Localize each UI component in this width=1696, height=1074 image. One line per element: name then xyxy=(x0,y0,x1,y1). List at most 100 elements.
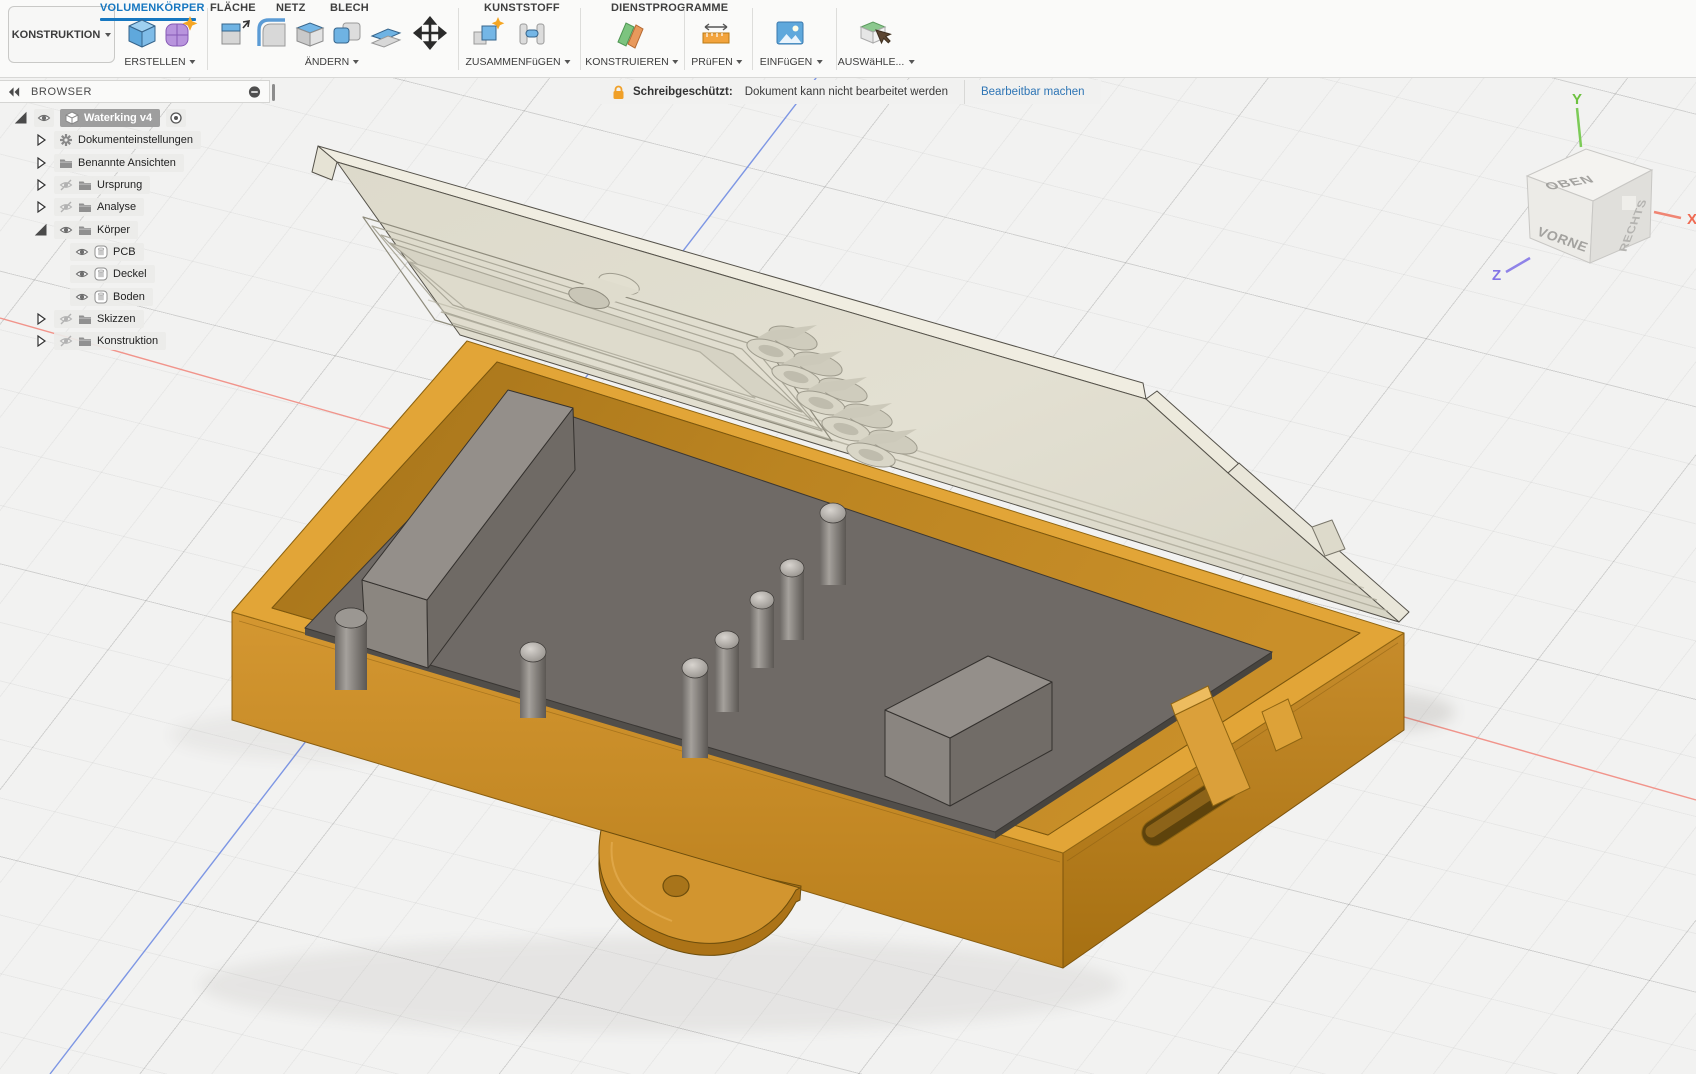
visibility-toggle[interactable] xyxy=(34,109,54,127)
readonly-banner: Schreibgeschützt: Dokument kann nicht be… xyxy=(600,80,1101,104)
combine-icon[interactable] xyxy=(330,15,366,51)
expand-closed-icon[interactable] xyxy=(34,178,48,192)
tree-item-pcb[interactable]: PCB xyxy=(70,243,144,261)
fillet-icon[interactable] xyxy=(254,15,290,51)
toolbar-separator xyxy=(684,8,685,70)
tree-item-document[interactable]: Waterking v4 xyxy=(60,109,160,127)
browser-panel: BROWSER Waterking v4 xyxy=(0,80,282,352)
body-icon xyxy=(94,245,108,259)
tree-row: Konstruktion xyxy=(0,330,282,352)
chevron-down-icon xyxy=(908,60,914,64)
chevron-down-icon xyxy=(737,60,743,64)
readonly-title: Schreibgeschützt: xyxy=(633,86,733,98)
eye-icon xyxy=(75,245,89,259)
eye-icon xyxy=(59,223,73,237)
activate-component-radio[interactable] xyxy=(166,109,186,127)
group-erstellen[interactable]: ERSTELLEN xyxy=(124,56,195,68)
expand-closed-icon[interactable] xyxy=(34,312,48,326)
toolbar-separator xyxy=(580,8,581,70)
tree-item-named-views[interactable]: Benannte Ansichten xyxy=(54,154,184,172)
tree-row: Dokumenteinstellungen xyxy=(0,129,282,151)
tree-item-boden[interactable]: Boden xyxy=(70,288,153,306)
filter-icon[interactable] xyxy=(248,85,261,99)
group-auswaehlen[interactable]: AUSWäHLE... xyxy=(838,56,915,68)
expand-open-icon[interactable] xyxy=(14,111,28,125)
collapse-panel-icon[interactable] xyxy=(8,85,21,99)
chevron-down-icon xyxy=(816,60,822,64)
tree-row: Analyse xyxy=(0,196,282,218)
folder-icon xyxy=(78,178,92,192)
tree-item-construction[interactable]: Konstruktion xyxy=(54,332,166,350)
press-pull-icon[interactable] xyxy=(216,15,252,51)
group-aendern[interactable]: ÄNDERN xyxy=(305,56,359,68)
gear-icon xyxy=(59,133,73,147)
eye-icon xyxy=(75,290,89,304)
tree-row: Benannte Ansichten xyxy=(0,152,282,174)
tree-row: Ursprung xyxy=(0,174,282,196)
expand-closed-icon[interactable] xyxy=(34,200,48,214)
workspace-selector[interactable]: KONSTRUKTION xyxy=(8,6,115,63)
eye-off-icon xyxy=(59,334,73,348)
eye-icon xyxy=(37,111,51,125)
tree-item-origin[interactable]: Ursprung xyxy=(54,176,150,194)
radio-dot-icon xyxy=(169,111,183,125)
tree-row: Körper xyxy=(0,218,282,240)
expand-closed-icon[interactable] xyxy=(34,334,48,348)
tree-row-root: Waterking v4 xyxy=(0,107,282,129)
tree-item-settings[interactable]: Dokumenteinstellungen xyxy=(54,131,201,149)
folder-icon xyxy=(78,223,92,237)
group-zusammenfuegen[interactable]: ZUSAMMENFüGEN xyxy=(465,56,570,68)
chevron-down-icon xyxy=(353,60,359,64)
tree-row: PCB xyxy=(0,241,282,263)
select-icon[interactable] xyxy=(856,15,892,51)
body-icon xyxy=(94,267,108,281)
panel-scrollbar[interactable] xyxy=(272,84,275,101)
move-icon[interactable] xyxy=(412,15,448,51)
toolbar-separator xyxy=(752,8,753,70)
browser-title: BROWSER xyxy=(31,86,238,98)
eye-icon xyxy=(75,267,89,281)
new-component-icon[interactable] xyxy=(470,15,506,51)
make-editable-button[interactable]: Bearbeitbar machen xyxy=(965,80,1101,104)
insert-image-icon[interactable] xyxy=(772,15,808,51)
create-form-icon[interactable] xyxy=(163,15,199,51)
expand-closed-icon[interactable] xyxy=(34,156,48,170)
eye-off-icon xyxy=(59,312,73,326)
folder-icon xyxy=(59,156,73,170)
chevron-down-icon xyxy=(190,60,196,64)
construct-plane-icon[interactable] xyxy=(612,15,648,51)
group-pruefen[interactable]: PRüFEN xyxy=(691,56,742,68)
expand-open-icon[interactable] xyxy=(34,223,48,237)
measure-icon[interactable] xyxy=(698,15,734,51)
chevron-down-icon xyxy=(673,60,679,64)
toolbar-separator xyxy=(207,8,208,70)
tree-item-deckel[interactable]: Deckel xyxy=(70,265,155,283)
readonly-message: Schreibgeschützt: Dokument kann nicht be… xyxy=(600,80,965,104)
toolbar-separator xyxy=(458,8,459,70)
new-solid-icon[interactable] xyxy=(124,15,160,51)
group-einfuegen[interactable]: EINFüGEN xyxy=(760,56,823,68)
tree-row: Skizzen xyxy=(0,308,282,330)
readonly-text: Dokument kann nicht bearbeitet werden xyxy=(745,86,948,98)
tree-row: Boden xyxy=(0,285,282,307)
eye-off-icon xyxy=(59,178,73,192)
joint-icon[interactable] xyxy=(514,15,550,51)
tree-item-sketches[interactable]: Skizzen xyxy=(54,310,144,328)
folder-icon xyxy=(78,334,92,348)
tree-row: Deckel xyxy=(0,263,282,285)
workspace-selector-label: KONSTRUKTION xyxy=(12,29,101,41)
expand-closed-icon[interactable] xyxy=(34,133,48,147)
group-konstruieren[interactable]: KONSTRUIEREN xyxy=(585,56,678,68)
toolbar: KONSTRUKTION VOLUMENKÖRPER FLÄCHE NETZ B… xyxy=(0,0,1696,78)
offset-face-icon[interactable] xyxy=(368,15,404,51)
folder-icon xyxy=(78,200,92,214)
body-icon xyxy=(94,290,108,304)
lock-icon xyxy=(612,85,625,100)
eye-off-icon xyxy=(59,200,73,214)
folder-icon xyxy=(78,312,92,326)
shell-icon[interactable] xyxy=(292,15,328,51)
tree-item-analysis[interactable]: Analyse xyxy=(54,198,144,216)
browser-header: BROWSER xyxy=(0,80,270,103)
chevron-down-icon xyxy=(105,33,111,37)
tree-item-bodies-folder[interactable]: Körper xyxy=(54,221,138,239)
